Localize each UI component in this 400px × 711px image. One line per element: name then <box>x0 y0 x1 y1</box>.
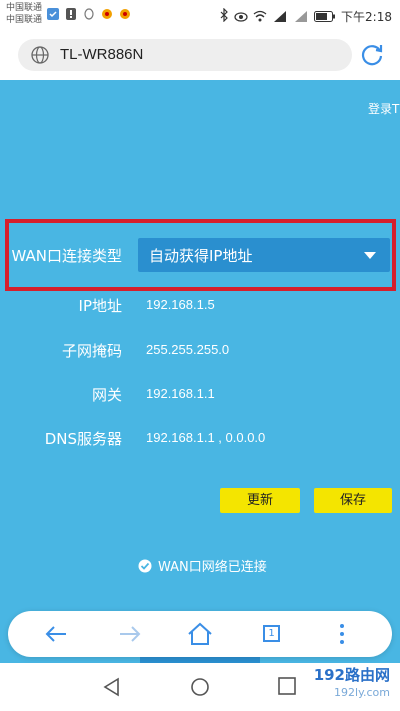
carrier-2-label: 中国联通 <box>6 15 43 25</box>
wan-type-select[interactable]: 自动获得IP地址 <box>138 238 390 272</box>
arrow-left-icon <box>45 626 66 642</box>
wifi-icon <box>253 7 267 26</box>
clock: 下午2:18 <box>341 10 392 24</box>
bluetooth-icon <box>220 7 229 26</box>
signal-icon-2 <box>293 7 309 26</box>
home-button[interactable] <box>186 620 214 648</box>
back-button[interactable] <box>42 620 70 648</box>
watermark-sub: 192ly.com <box>334 686 390 699</box>
dns-server-label: DNS服务器 <box>44 430 122 448</box>
check-circle-icon <box>138 559 152 572</box>
gateway-label: 网关 <box>91 386 122 404</box>
subnet-mask-value: 255.255.255.0 <box>146 342 230 357</box>
wan-status: WAN口网络已连接 <box>138 556 267 575</box>
battery-icon <box>314 7 336 26</box>
system-icons: 下午2:18 <box>220 7 392 26</box>
address-text: TL-WR886N <box>60 46 144 63</box>
signal-icon-1 <box>272 7 288 26</box>
login-link[interactable]: 登录T <box>368 100 399 117</box>
browser-toolbar: 1 <box>8 611 392 657</box>
menu-button[interactable] <box>328 620 356 648</box>
arrow-right-icon <box>120 626 141 642</box>
nav-home-icon[interactable] <box>190 677 210 697</box>
nav-back-icon[interactable] <box>102 677 120 697</box>
app-notification-icon <box>46 7 60 21</box>
weibo-icon-2 <box>118 7 132 21</box>
forward-button[interactable] <box>116 620 144 648</box>
more-vertical-icon <box>340 624 344 644</box>
gateway-value: 192.168.1.1 <box>146 386 215 401</box>
alert-icon <box>64 7 78 21</box>
qq-icon <box>82 7 96 21</box>
wan-type-selected-value: 自动获得IP地址 <box>149 247 253 265</box>
watermark-main: 192路由网 <box>313 666 390 684</box>
wan-status-text: WAN口网络已连接 <box>158 560 267 575</box>
watermark: 192路由网 192ly.com <box>274 662 394 706</box>
eye-icon <box>234 7 248 26</box>
globe-icon <box>31 46 49 64</box>
home-icon <box>188 622 212 645</box>
status-bar: 中国联通 中国联通 下午2:18 <box>0 0 400 30</box>
weibo-icon <box>100 7 114 21</box>
ip-address-label: IP地址 <box>78 297 122 315</box>
tabs-button[interactable]: 1 <box>258 620 286 648</box>
refresh-button[interactable]: 更新 <box>220 488 300 513</box>
caret-down-icon <box>364 252 376 259</box>
dns-server-value: 192.168.1.1 , 0.0.0.0 <box>146 430 266 445</box>
browser-url-row: TL-WR886N <box>0 30 400 80</box>
subnet-mask-label: 子网掩码 <box>61 342 122 360</box>
tab-count: 1 <box>263 625 280 642</box>
wan-type-label: WAN口连接类型 <box>11 247 123 265</box>
carrier-1-label: 中国联通 <box>6 3 43 13</box>
save-button[interactable]: 保存 <box>314 488 392 513</box>
notification-icons <box>46 7 132 21</box>
ip-address-value: 192.168.1.5 <box>146 297 215 312</box>
address-bar[interactable]: TL-WR886N <box>18 39 352 71</box>
refresh-icon[interactable] <box>358 41 386 69</box>
